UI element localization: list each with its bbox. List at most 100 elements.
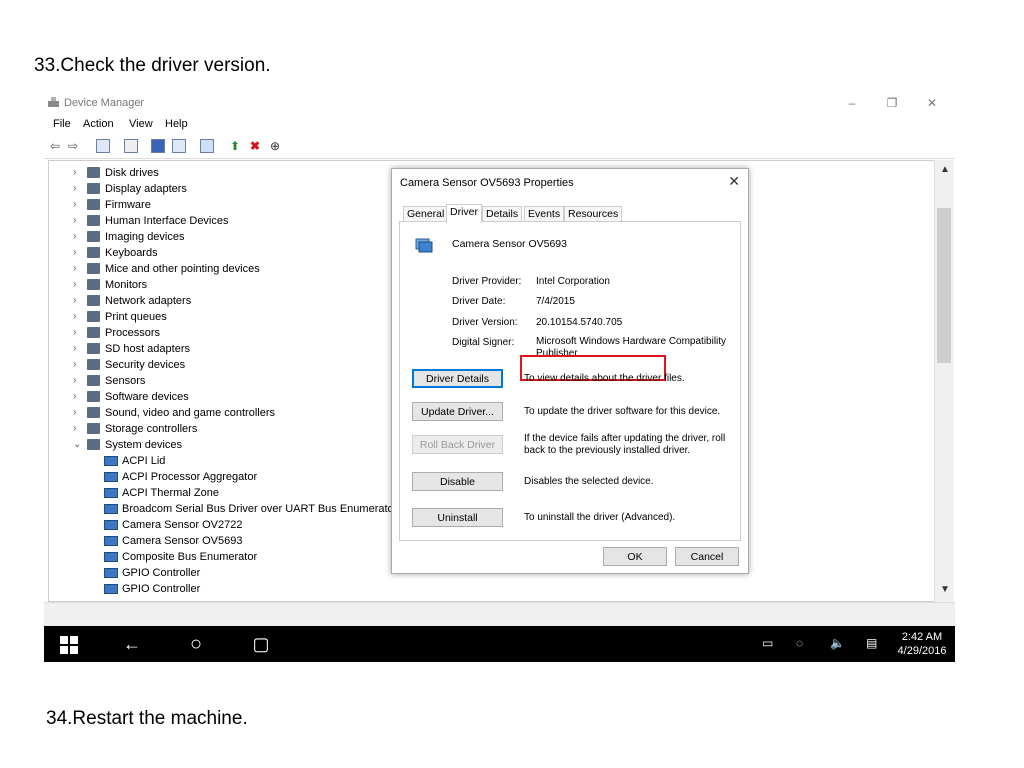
- menu-file[interactable]: File: [53, 118, 71, 130]
- tree-category-label: Mice and other pointing devices: [105, 263, 260, 275]
- properties-view-icon[interactable]: [96, 139, 110, 153]
- cortana-icon[interactable]: ○: [186, 634, 206, 654]
- chevron-right-icon[interactable]: ›: [73, 181, 83, 197]
- chevron-down-icon[interactable]: ⌄: [73, 437, 83, 453]
- window-title: Device Manager: [64, 97, 145, 109]
- device-folder-icon: [104, 536, 118, 546]
- device-name: Camera Sensor OV5693: [452, 238, 567, 250]
- system-device-label: ACPI Thermal Zone: [122, 487, 220, 499]
- vertical-scrollbar[interactable]: ▲ ▼: [934, 160, 954, 602]
- category-icon: [87, 295, 100, 306]
- tree-category-label: System devices: [105, 439, 183, 451]
- scroll-down-icon[interactable]: ▼: [938, 584, 952, 598]
- taskbar: ← ○ ▢ ▭ ◌ 🔈 ▤ 2:42 AM 4/29/2016: [44, 626, 955, 662]
- update-driver-icon[interactable]: ⬆: [228, 139, 242, 153]
- menu-view[interactable]: View: [129, 118, 153, 130]
- tree-category-label: SD host adapters: [105, 343, 190, 355]
- tree-category-label: Disk drives: [105, 167, 159, 179]
- roll-back-driver-desc: If the device fails after updating the d…: [524, 433, 726, 456]
- device-folder-icon: [104, 568, 118, 578]
- clock-date: 4/29/2016: [897, 645, 947, 657]
- chevron-right-icon[interactable]: ›: [73, 341, 83, 357]
- chevron-right-icon[interactable]: ›: [73, 165, 83, 181]
- system-device-label: Camera Sensor OV2722: [122, 519, 243, 531]
- category-icon: [87, 215, 100, 226]
- tree-category-label: Imaging devices: [105, 231, 185, 243]
- system-device-label: Camera Sensor OV5693: [122, 535, 243, 547]
- update-driver-button[interactable]: Update Driver...: [412, 402, 503, 421]
- volume-icon[interactable]: 🔈: [830, 636, 845, 650]
- chevron-right-icon[interactable]: ›: [73, 325, 83, 341]
- uninstall-icon[interactable]: ✖: [248, 139, 262, 153]
- category-icon: [87, 279, 100, 290]
- device-folder-icon: [104, 552, 118, 562]
- step-33-text: 33.Check the driver version.: [34, 55, 271, 76]
- chevron-right-icon[interactable]: ›: [73, 261, 83, 277]
- category-icon: [87, 391, 100, 402]
- monitor-scan-icon[interactable]: [200, 139, 214, 153]
- category-icon: [87, 199, 100, 210]
- show-hidden-icon[interactable]: [124, 139, 138, 153]
- tab-driver[interactable]: Driver: [446, 204, 482, 223]
- system-device-label: GPIO Controller: [122, 567, 201, 579]
- tab-resources[interactable]: Resources: [564, 206, 623, 222]
- driver-tab-panel: Camera Sensor OV5693 Driver Provider: In…: [399, 221, 741, 541]
- status-bar: [44, 602, 955, 627]
- device-manager-icon: [48, 97, 59, 107]
- close-button[interactable]: ✕: [920, 94, 944, 112]
- toolbar: ⇦ ⇨ ⬆ ✖ ⊕: [44, 134, 955, 159]
- chevron-right-icon[interactable]: ›: [73, 389, 83, 405]
- chevron-right-icon[interactable]: ›: [73, 197, 83, 213]
- minimize-button[interactable]: –: [840, 94, 864, 112]
- device-folder-icon: [104, 504, 118, 514]
- chevron-right-icon[interactable]: ›: [73, 309, 83, 325]
- chevron-right-icon[interactable]: ›: [73, 293, 83, 309]
- ok-button[interactable]: OK: [603, 547, 667, 566]
- cancel-button[interactable]: Cancel: [675, 547, 739, 566]
- properties-dialog: Camera Sensor OV5693 Properties ✕ Genera…: [391, 168, 749, 574]
- chevron-right-icon[interactable]: ›: [73, 277, 83, 293]
- chevron-right-icon[interactable]: ›: [73, 405, 83, 421]
- uninstall-button[interactable]: Uninstall: [412, 508, 503, 527]
- disable-button[interactable]: Disable: [412, 472, 503, 491]
- tree-category-label: Network adapters: [105, 295, 192, 307]
- wifi-icon[interactable]: ◌: [796, 636, 803, 650]
- tree-category-label: Firmware: [105, 199, 151, 211]
- category-icon: [87, 439, 100, 450]
- maximize-button[interactable]: ❐: [880, 94, 904, 112]
- scroll-thumb[interactable]: [937, 208, 951, 363]
- menu-action[interactable]: Action: [83, 118, 114, 130]
- windows-start-icon[interactable]: [60, 636, 78, 654]
- device-folder-icon: [104, 584, 118, 594]
- system-device-label: ACPI Lid: [122, 455, 166, 467]
- tab-events[interactable]: Events: [524, 206, 565, 222]
- chevron-right-icon[interactable]: ›: [73, 213, 83, 229]
- tab-details[interactable]: Details: [482, 206, 523, 222]
- resources-view-icon[interactable]: [172, 139, 186, 153]
- forward-arrow-icon[interactable]: ⇨: [66, 139, 80, 153]
- back-icon[interactable]: ←: [122, 634, 142, 654]
- roll-back-driver-button[interactable]: Roll Back Driver: [412, 435, 503, 454]
- category-icon: [87, 167, 100, 178]
- enable-device-icon[interactable]: ⊕: [268, 139, 282, 153]
- chevron-right-icon[interactable]: ›: [73, 229, 83, 245]
- dialog-title: Camera Sensor OV5693 Properties: [400, 177, 574, 189]
- chevron-right-icon[interactable]: ›: [73, 245, 83, 261]
- category-icon: [87, 247, 100, 258]
- chevron-right-icon[interactable]: ›: [73, 373, 83, 389]
- category-icon: [87, 359, 100, 370]
- dialog-close-button[interactable]: ✕: [728, 173, 740, 190]
- chevron-right-icon[interactable]: ›: [73, 421, 83, 437]
- scroll-up-icon[interactable]: ▲: [938, 164, 952, 178]
- digital-signer-label: Digital Signer:: [452, 337, 515, 348]
- notification-icon[interactable]: ▤: [866, 636, 877, 650]
- back-arrow-icon[interactable]: ⇦: [48, 139, 62, 153]
- tab-general[interactable]: General: [403, 206, 449, 222]
- driver-details-button[interactable]: Driver Details: [412, 369, 503, 388]
- chevron-right-icon[interactable]: ›: [73, 357, 83, 373]
- task-view-icon[interactable]: ▢: [250, 634, 272, 654]
- battery-icon[interactable]: ▭: [762, 636, 773, 650]
- clock[interactable]: 2:42 AM 4/29/2016: [892, 630, 952, 658]
- menu-help[interactable]: Help: [165, 118, 188, 130]
- help-icon[interactable]: [151, 139, 165, 153]
